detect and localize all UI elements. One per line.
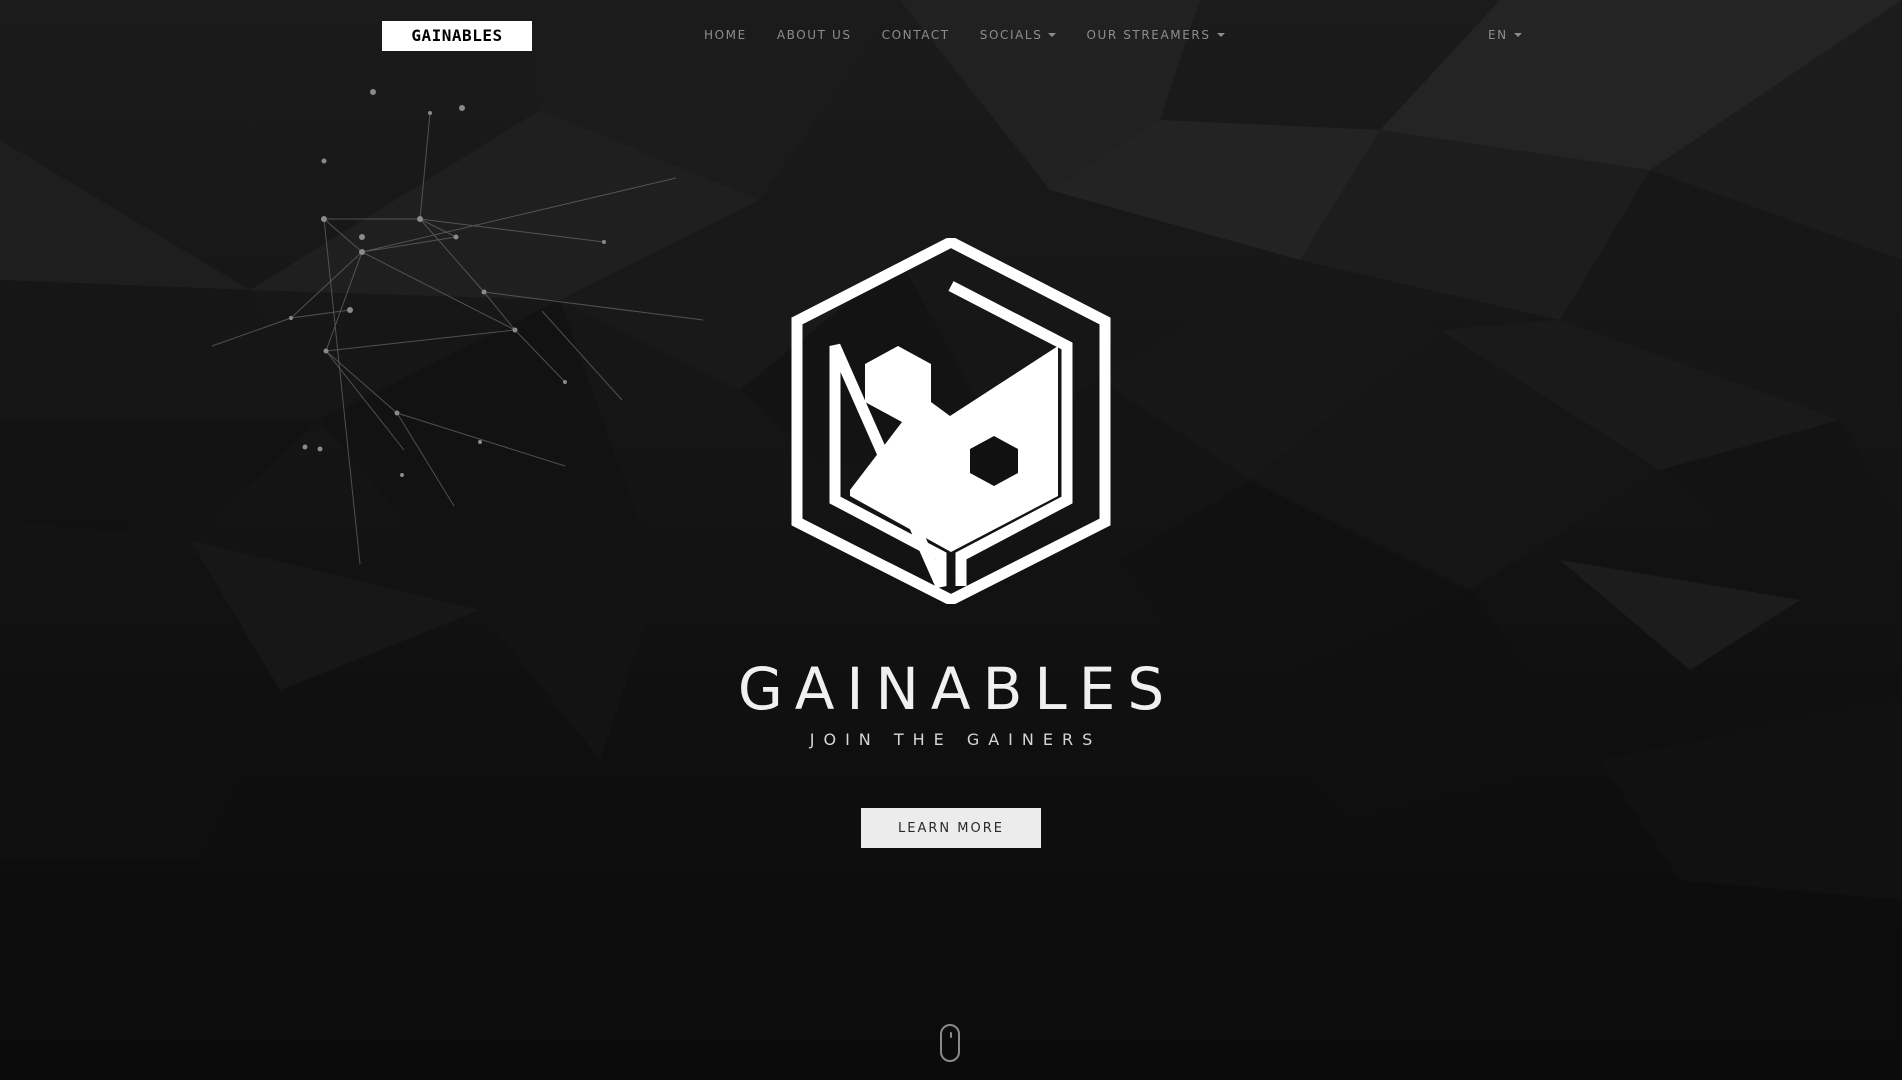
hero-title: GAINABLES [737, 655, 1177, 723]
hero-subtitle: JOIN THE GAINERS [809, 730, 1102, 749]
caret-down-icon [1048, 33, 1057, 37]
caret-down-icon [1216, 33, 1225, 37]
nav-item-label: OUR STREAMERS [1086, 28, 1211, 42]
caret-down-icon [1513, 33, 1522, 37]
brand-logo-link[interactable]: GAINABLES [382, 21, 532, 51]
mouse-wheel [950, 1032, 952, 1038]
nav-item-about-us[interactable]: ABOUT US [777, 28, 852, 42]
mouse-scroll-icon[interactable] [940, 1024, 960, 1062]
nav-item-label: HOME [704, 28, 747, 42]
hero-logo [790, 235, 1112, 607]
nav-item-label: SOCIALS [979, 28, 1043, 42]
nav-item-home[interactable]: HOME [704, 28, 747, 42]
nav-item-label: CONTACT [881, 28, 950, 42]
nav-item-our-streamers[interactable]: OUR STREAMERS [1086, 28, 1225, 42]
language-label: EN [1488, 28, 1508, 42]
top-navbar: GAINABLES HOME ABOUT US CONTACT SOCIALS … [0, 0, 1902, 72]
nav-item-contact[interactable]: CONTACT [882, 28, 950, 42]
language-selector[interactable]: EN [1488, 28, 1522, 42]
nav-item-label: ABOUT US [776, 28, 852, 42]
nav-item-socials[interactable]: SOCIALS [980, 28, 1057, 42]
landing-page: GAINABLES HOME ABOUT US CONTACT SOCIALS … [0, 0, 1902, 1080]
gainables-hexagon-logo-icon [791, 235, 1111, 607]
main-menu: HOME ABOUT US CONTACT SOCIALS OUR STREAM… [704, 28, 1255, 42]
learn-more-button[interactable]: LEARN MORE [861, 808, 1041, 848]
